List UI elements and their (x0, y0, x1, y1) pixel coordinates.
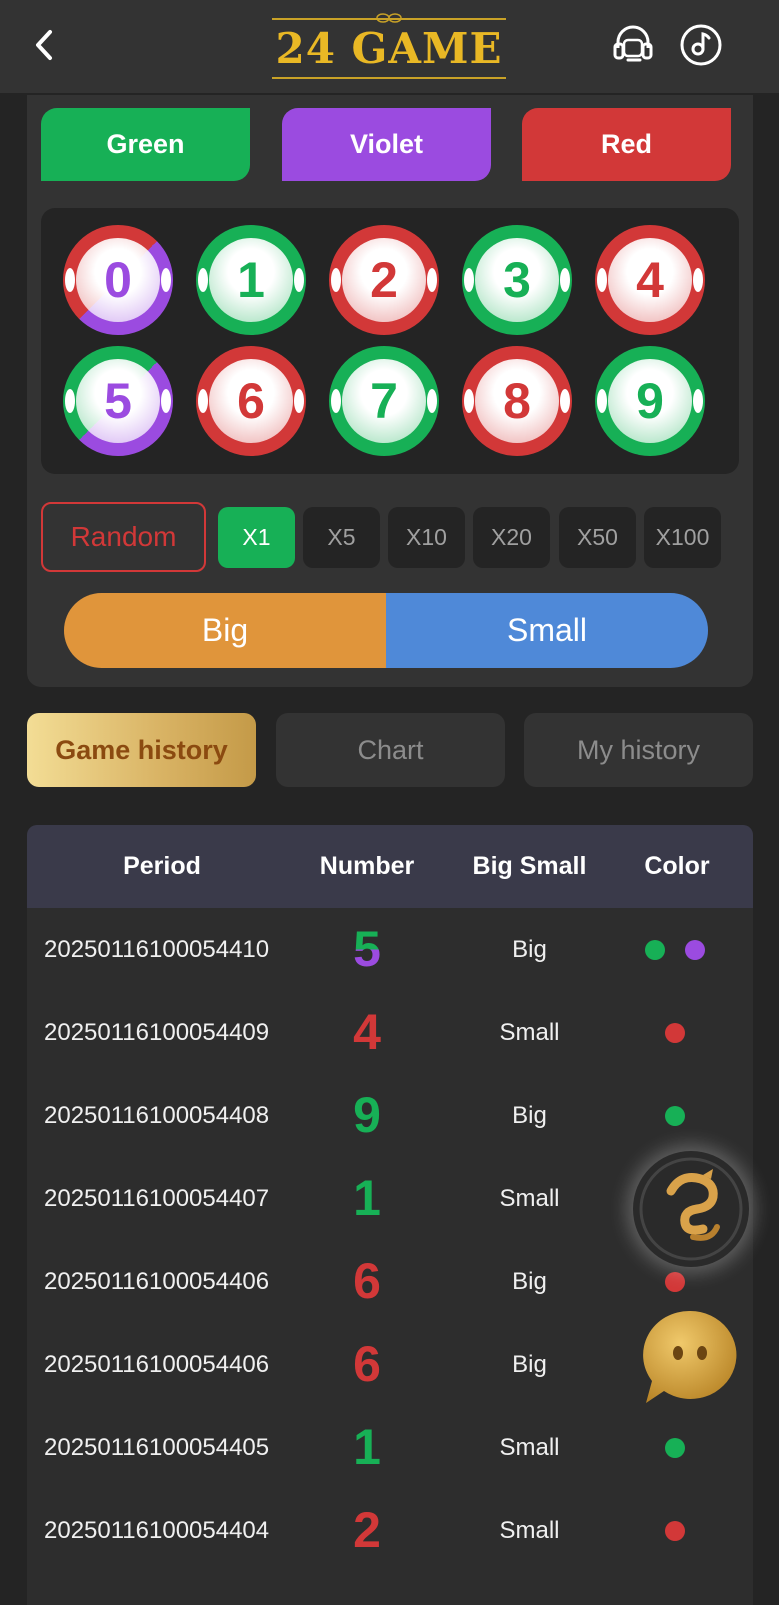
table-row: 20250116100054410 5 Big (27, 908, 753, 991)
table-row: 20250116100054405 1 Small (27, 1406, 753, 1489)
big-small-cell: Big (512, 1268, 547, 1295)
period-cell: 20250116100054405 (44, 1434, 270, 1461)
number-cell: 6 (353, 1253, 381, 1309)
random-button[interactable]: Random (41, 502, 206, 572)
period-cell: 20250116100054408 (44, 1102, 270, 1129)
top-bar: 24 GAME (0, 0, 779, 93)
period-cell: 20250116100054410 (44, 936, 270, 963)
number-ball-5[interactable]: 5 (63, 346, 173, 456)
number-ball-8[interactable]: 8 (462, 346, 572, 456)
number-ball-0[interactable]: 0 (63, 225, 173, 335)
number-ball-label: 3 (503, 252, 531, 308)
chat-bubble-icon (643, 1310, 737, 1403)
number-ball-label: 9 (636, 373, 664, 429)
big-small-cell: Small (499, 1185, 560, 1212)
number-cell: 1 (353, 1170, 381, 1226)
table-row: 20250116100054409 4 Small (27, 991, 753, 1074)
back-button[interactable] (28, 24, 62, 66)
header-period: Period (123, 852, 201, 880)
period-cell: 20250116100054406 (44, 1351, 270, 1378)
number-cell: 1 (353, 1419, 381, 1475)
dragon-icon (639, 1157, 743, 1261)
number-ball-label: 7 (370, 373, 398, 429)
tab-game-history[interactable]: Game history (27, 713, 256, 787)
multiplier-x20[interactable]: X20 (473, 507, 550, 568)
violet-button[interactable]: Violet (282, 108, 491, 181)
support-button[interactable] (610, 22, 656, 68)
header-color: Color (644, 852, 710, 880)
period-cell: 20250116100054406 (44, 1268, 270, 1295)
multiplier-x1[interactable]: X1 (218, 507, 295, 568)
number-ball-label: 4 (636, 252, 664, 308)
chat-float-button[interactable] (638, 1305, 742, 1409)
number-ball-3[interactable]: 3 (462, 225, 572, 335)
big-small-cell: Small (499, 1434, 560, 1461)
number-ball-7[interactable]: 7 (329, 346, 439, 456)
number-cell: 2 (353, 1502, 381, 1558)
number-ball-label: 1 (237, 252, 265, 308)
table-header: Period Number Big Small Color (27, 825, 753, 908)
number-cell: 9 (353, 1087, 381, 1143)
big-small-cell: Small (499, 1019, 560, 1046)
number-ball-2[interactable]: 2 (329, 225, 439, 335)
music-note-icon (680, 24, 722, 66)
period-cell: 20250116100054407 (44, 1185, 270, 1212)
ornament-icon (376, 13, 402, 23)
multiplier-x10[interactable]: X10 (388, 507, 465, 568)
number-ball-1[interactable]: 1 (196, 225, 306, 335)
period-cell: 20250116100054409 (44, 1019, 270, 1046)
number-ball-9[interactable]: 9 (595, 346, 705, 456)
multiplier-x50[interactable]: X50 (559, 507, 636, 568)
number-pad: 0 1 2 3 4 5 6 7 8 9 (41, 208, 739, 474)
color-dot-red (665, 1272, 685, 1292)
big-small-cell: Big (512, 936, 547, 963)
number-cell: 5 (327, 908, 407, 991)
logo-text: 24 GAME (275, 24, 503, 73)
number-ball-4[interactable]: 4 (595, 225, 705, 335)
number-cell: 4 (353, 1004, 381, 1060)
number-ball-6[interactable]: 6 (196, 346, 306, 456)
header-big-small: Big Small (472, 852, 587, 880)
chevron-left-icon (36, 30, 52, 60)
number-ball-label: 5 (104, 373, 132, 429)
game-logo: 24 GAME (272, 12, 506, 82)
headset-icon (613, 25, 653, 62)
color-dot-green (665, 1438, 685, 1458)
sound-button[interactable] (678, 22, 724, 68)
number-ball-label: 2 (370, 252, 398, 308)
green-button[interactable]: Green (41, 108, 250, 181)
dragon-float-button[interactable] (633, 1151, 749, 1267)
big-small-cell: Small (499, 1517, 560, 1544)
table-row: 20250116100054404 2 Small (27, 1489, 753, 1572)
multiplier-x5[interactable]: X5 (303, 507, 380, 568)
period-cell: 20250116100054404 (44, 1517, 270, 1544)
number-ball-label: 6 (237, 373, 265, 429)
color-dot-green (665, 1106, 685, 1126)
color-dot-red (665, 1023, 685, 1043)
table-row: 20250116100054408 9 Big (27, 1074, 753, 1157)
number-ball-label: 0 (104, 252, 132, 308)
number-cell: 6 (353, 1336, 381, 1392)
color-dot-green (645, 940, 665, 960)
color-dot-violet (685, 940, 705, 960)
big-button[interactable]: Big (64, 593, 386, 668)
header-number: Number (319, 852, 415, 880)
small-button[interactable]: Small (386, 593, 708, 668)
multiplier-x100[interactable]: X100 (644, 507, 721, 568)
tab-my-history[interactable]: My history (524, 713, 753, 787)
number-ball-label: 8 (503, 373, 531, 429)
color-dot-red (665, 1521, 685, 1541)
big-small-selector: Big Small (64, 593, 708, 668)
betting-panel: Green Violet Red 0123456789 Random X1 X5 X… (27, 95, 753, 687)
red-button[interactable]: Red (522, 108, 731, 181)
tab-chart[interactable]: Chart (276, 713, 505, 787)
big-small-cell: Big (512, 1351, 547, 1378)
big-small-cell: Big (512, 1102, 547, 1129)
